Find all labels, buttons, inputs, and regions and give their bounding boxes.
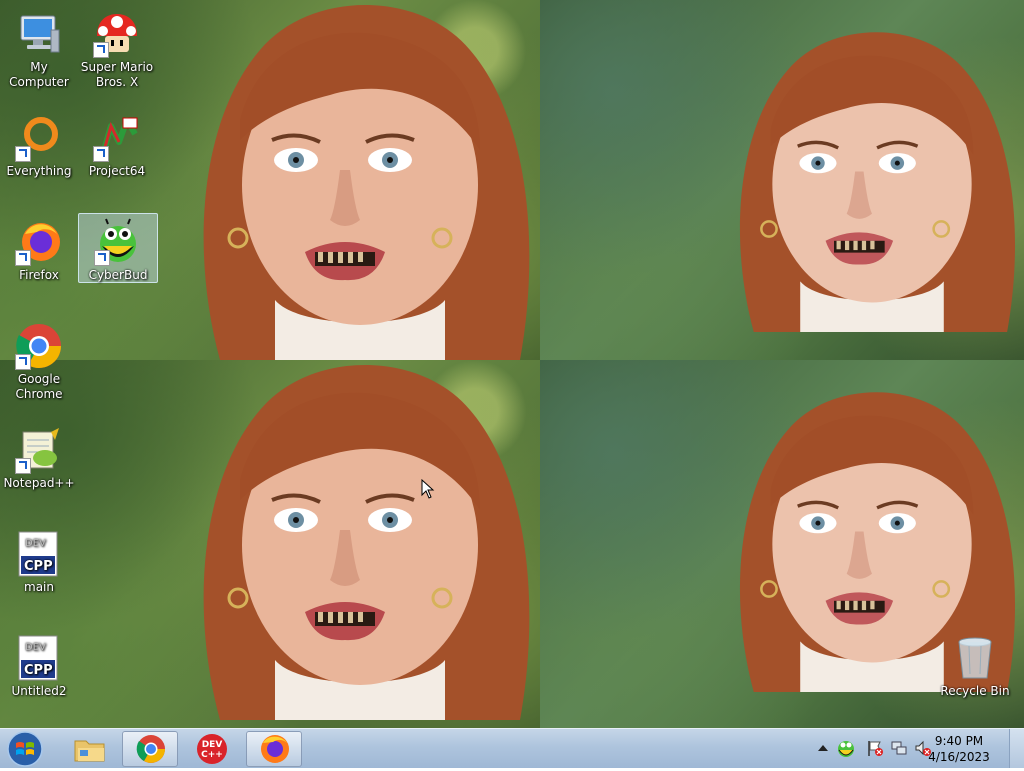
clock-date: 4/16/2023 <box>928 750 990 764</box>
icon-label: Project64 <box>88 164 146 178</box>
firefox-icon <box>261 735 289 763</box>
svg-text:C++: C++ <box>201 750 223 760</box>
firefox-icon <box>15 218 63 266</box>
cyberbud-icon <box>94 218 142 266</box>
desktop-icon-super-mario-bros-x[interactable]: Super Mario Bros. X <box>78 6 156 90</box>
show-hidden-icons-chevron-icon[interactable] <box>814 739 832 757</box>
shortcut-arrow-icon <box>15 458 31 474</box>
icon-label: main <box>24 580 54 594</box>
desktop[interactable]: My Computer Super Mario Bros. X Everythi… <box>0 0 1024 728</box>
svg-text:CPP: CPP <box>24 663 53 678</box>
portrait-image <box>203 5 530 360</box>
clock-time: 9:40 PM <box>934 734 984 748</box>
chrome-icon <box>136 735 165 763</box>
network-icon[interactable] <box>890 739 908 757</box>
portrait-image <box>203 365 530 720</box>
action-center-flag-icon[interactable] <box>866 739 884 757</box>
shortcut-arrow-icon <box>93 42 109 58</box>
shortcut-arrow-icon <box>93 146 109 162</box>
taskbar: DEV C++ 9:40 PM 4/16/2023 <box>0 728 1024 768</box>
svg-text:DEV: DEV <box>25 538 46 549</box>
svg-text:CPP: CPP <box>24 559 53 574</box>
cpp-file-icon: DEV CPP <box>15 634 63 682</box>
mushroom-icon <box>93 10 141 58</box>
icon-label: Google Chrome <box>15 372 63 401</box>
desktop-icon-my-computer[interactable]: My Computer <box>0 6 78 90</box>
taskbar-chrome-button[interactable] <box>122 731 178 767</box>
recycle-bin-icon <box>951 634 999 682</box>
wallpaper-tile <box>540 0 1024 360</box>
mouse-cursor-icon <box>421 479 435 499</box>
system-clock[interactable]: 9:40 PM 4/16/2023 <box>924 733 994 765</box>
notepad-plus-plus-icon <box>15 426 63 474</box>
portrait-image <box>739 32 1016 332</box>
icon-label: CyberBud <box>88 268 148 282</box>
desktop-icon-everything[interactable]: Everything <box>0 110 78 179</box>
desktop-icon-project64[interactable]: Project64 <box>78 110 156 179</box>
taskbar-explorer-button[interactable] <box>62 731 118 767</box>
desktop-icon-recycle-bin[interactable]: Recycle Bin <box>936 630 1014 699</box>
folder-icon <box>74 740 105 762</box>
computer-icon <box>15 10 63 58</box>
shortcut-arrow-icon <box>15 354 31 370</box>
project64-icon <box>93 114 141 162</box>
shortcut-arrow-icon <box>94 250 110 266</box>
wallpaper-tile <box>0 360 540 728</box>
cyberbud-tray-icon[interactable] <box>836 738 856 758</box>
desktop-icon-main[interactable]: DEV CPP main <box>0 526 78 595</box>
desktop-icon-untitled2[interactable]: DEV CPP Untitled2 <box>0 630 78 699</box>
svg-text:DEV: DEV <box>202 740 223 750</box>
icon-label: Notepad++ <box>3 476 75 490</box>
windows-logo-icon <box>7 731 43 767</box>
icon-label: Firefox <box>19 268 59 282</box>
devcpp-icon: DEV C++ <box>197 734 227 764</box>
start-button[interactable] <box>6 731 44 767</box>
shortcut-arrow-icon <box>15 146 31 162</box>
cpp-file-icon: DEV CPP <box>15 530 63 578</box>
desktop-icon-cyberbud[interactable]: CyberBud <box>78 213 158 283</box>
desktop-icon-google-chrome[interactable]: Google Chrome <box>0 318 78 402</box>
svg-text:DEV: DEV <box>25 642 46 653</box>
icon-label: Everything <box>6 164 72 178</box>
icon-label: Super Mario Bros. X <box>80 60 154 89</box>
icon-label: My Computer <box>9 60 69 89</box>
desktop-icon-notepad-plus-plus[interactable]: Notepad++ <box>0 422 78 491</box>
icon-label: Recycle Bin <box>940 684 1010 698</box>
everything-search-icon <box>15 114 63 162</box>
chrome-icon <box>15 322 63 370</box>
icon-label: Untitled2 <box>11 684 67 698</box>
taskbar-devcpp-button[interactable]: DEV C++ <box>184 731 240 767</box>
taskbar-firefox-button[interactable] <box>246 731 302 767</box>
desktop-icon-firefox[interactable]: Firefox <box>0 214 78 283</box>
shortcut-arrow-icon <box>15 250 31 266</box>
show-desktop-button[interactable] <box>1009 729 1024 768</box>
